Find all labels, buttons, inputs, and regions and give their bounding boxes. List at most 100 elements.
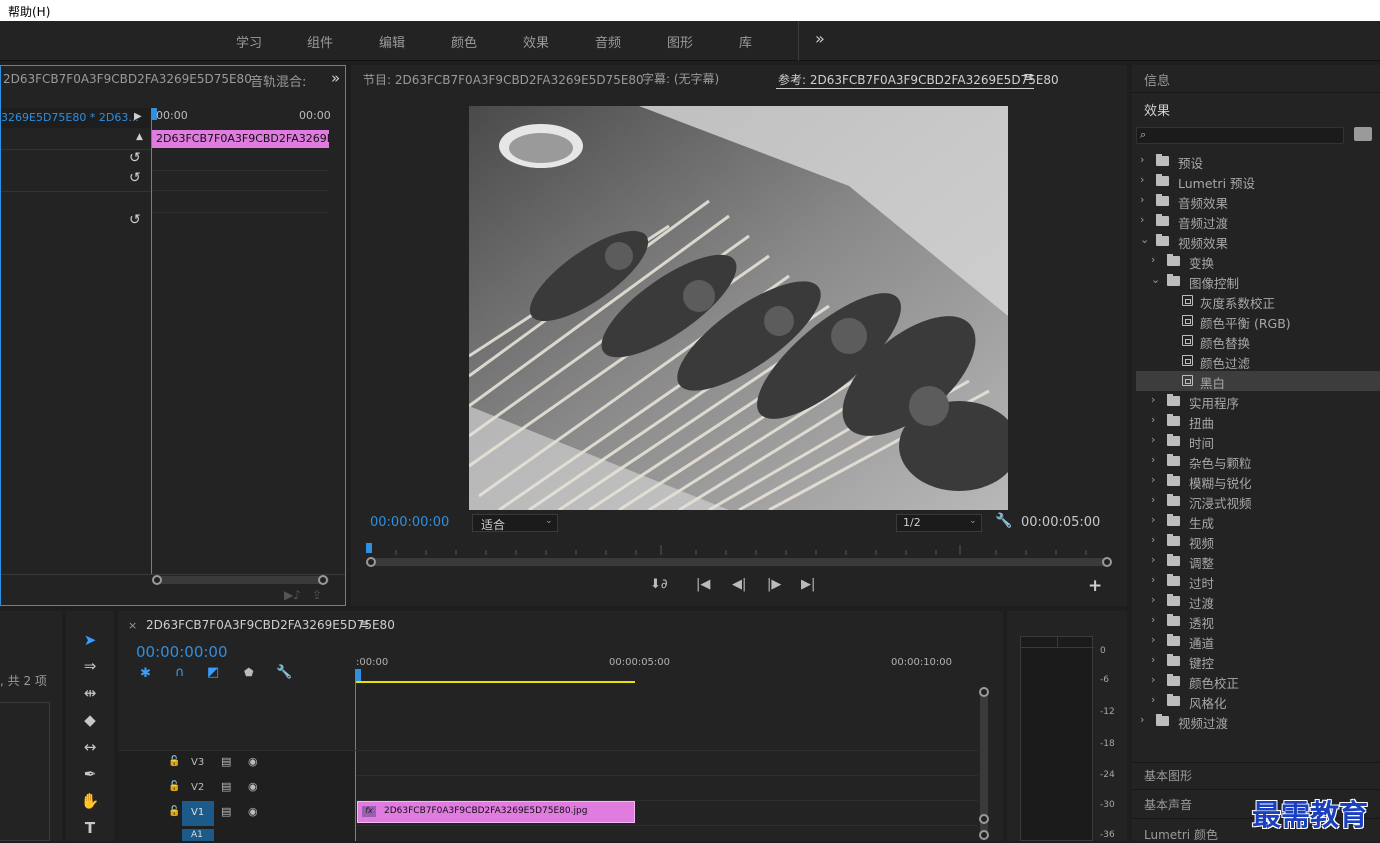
timeline-menu-icon[interactable]: ≡ bbox=[359, 617, 369, 631]
effects-tree-item[interactable]: › 音频效果 bbox=[1136, 191, 1380, 211]
sequence-tab[interactable]: 2D63FCB7F0A3F9CBD2FA3269E5D75E80 bbox=[146, 618, 395, 632]
chevron-down-icon[interactable]: ⌄ bbox=[1140, 233, 1149, 246]
chevron-right-icon[interactable]: › bbox=[1151, 573, 1155, 586]
chevron-right-icon[interactable]: › bbox=[1140, 213, 1144, 226]
effects-tree-item[interactable]: 颜色过滤 bbox=[1136, 351, 1380, 371]
selection-tool-icon[interactable]: ➤ bbox=[80, 630, 100, 650]
workspace-color[interactable]: 颜色 bbox=[451, 32, 477, 51]
effects-tree-item[interactable]: › 实用程序 bbox=[1136, 391, 1380, 411]
effects-tree-item[interactable]: ⌄ 视频效果 bbox=[1136, 231, 1380, 251]
lock-icon[interactable]: 🔓 bbox=[168, 806, 180, 817]
export-icon[interactable]: ⇪ bbox=[312, 588, 322, 602]
effects-tree-item[interactable]: 颜色平衡 (RGB) bbox=[1136, 311, 1380, 331]
clip-path[interactable]: 3269E5D75E80 * 2D63... bbox=[1, 111, 139, 124]
step-back-icon[interactable]: ◀| bbox=[732, 577, 746, 592]
effects-tree-item[interactable]: › Lumetri 预设 bbox=[1136, 171, 1380, 191]
effects-tree-item[interactable]: › 杂色与颗粒 bbox=[1136, 451, 1380, 471]
chevron-right-icon[interactable]: › bbox=[1151, 673, 1155, 686]
effects-tree-item[interactable]: › 过时 bbox=[1136, 571, 1380, 591]
chevron-right-icon[interactable]: › bbox=[1151, 533, 1155, 546]
razor-tool-icon[interactable]: ◆ bbox=[80, 710, 100, 730]
tab-lumetri-color[interactable]: Lumetri 颜色 bbox=[1144, 826, 1218, 843]
effects-tree-item[interactable]: › 通道 bbox=[1136, 631, 1380, 651]
reset-icon[interactable]: ↺ bbox=[129, 212, 141, 228]
chevron-right-icon[interactable]: › bbox=[1151, 253, 1155, 266]
clip-bar[interactable]: 2D63FCB7F0A3F9CBD2FA3269E5D bbox=[152, 130, 329, 148]
project-list[interactable] bbox=[0, 702, 50, 841]
go-to-in-icon[interactable]: |◀ bbox=[696, 577, 710, 592]
effects-tree-item[interactable]: › 调整 bbox=[1136, 551, 1380, 571]
effects-tree-item[interactable]: › 过渡 bbox=[1136, 591, 1380, 611]
chevron-right-icon[interactable]: › bbox=[1151, 633, 1155, 646]
effects-tree-item[interactable]: › 时间 bbox=[1136, 431, 1380, 451]
menu-help[interactable]: 帮助(H) bbox=[8, 5, 50, 19]
scroll-handle[interactable] bbox=[979, 814, 989, 824]
timeline-clip[interactable]: fx 2D63FCB7F0A3F9CBD2FA3269E5D75E80.jpg bbox=[357, 801, 635, 823]
workspace-libraries[interactable]: 库 bbox=[739, 32, 752, 51]
scroll-handle[interactable] bbox=[152, 575, 162, 585]
tab-reference[interactable]: 参考: 2D63FCB7F0A3F9CBD2FA3269E5D75E80 bbox=[778, 71, 1059, 88]
effects-tree-item[interactable]: › 变换 bbox=[1136, 251, 1380, 271]
tab-captions[interactable]: 字幕: (无字幕) bbox=[642, 70, 719, 87]
chevron-right-icon[interactable]: › bbox=[1151, 593, 1155, 606]
slip-tool-icon[interactable]: ↔ bbox=[80, 737, 100, 757]
wrench-icon[interactable]: 🔧 bbox=[995, 513, 1012, 529]
close-icon[interactable]: × bbox=[128, 619, 137, 632]
chevron-right-icon[interactable]: › bbox=[1151, 393, 1155, 406]
effects-tree-item[interactable]: 黑白 bbox=[1136, 371, 1380, 391]
fit-dropdown[interactable]: 适合 ⌄ bbox=[472, 514, 558, 532]
workspace-learn[interactable]: 学习 bbox=[236, 32, 262, 51]
effects-tree-item[interactable]: › 风格化 bbox=[1136, 691, 1380, 711]
track-label[interactable]: V1 bbox=[191, 807, 204, 818]
program-scrollbar[interactable] bbox=[366, 557, 1112, 567]
scroll-handle[interactable] bbox=[1102, 557, 1112, 567]
track-select-tool-icon[interactable]: ⇒ bbox=[80, 656, 100, 676]
scroll-handle[interactable] bbox=[366, 557, 376, 567]
add-button-icon[interactable]: + bbox=[1088, 576, 1102, 596]
lock-icon[interactable]: 🔓 bbox=[168, 756, 180, 767]
step-forward-icon[interactable]: |▶ bbox=[767, 577, 781, 592]
effects-tree-item[interactable]: › 视频 bbox=[1136, 531, 1380, 551]
tab-source[interactable]: 2D63FCB7F0A3F9CBD2FA3269E5D75E80 bbox=[3, 72, 252, 86]
effects-tree-item[interactable]: › 视频过渡 bbox=[1136, 711, 1380, 731]
chevron-right-icon[interactable]: › bbox=[1140, 173, 1144, 186]
chevron-right-icon[interactable]: › bbox=[1151, 453, 1155, 466]
add-marker-icon[interactable]: ⬇∂ bbox=[650, 577, 668, 592]
timeline-vscroll[interactable] bbox=[979, 687, 989, 837]
film-icon[interactable]: ▤ bbox=[221, 780, 231, 793]
workspace-editing[interactable]: 编辑 bbox=[379, 32, 405, 51]
effects-tree-item[interactable]: › 音频过渡 bbox=[1136, 211, 1380, 231]
reset-icon[interactable]: ↺ bbox=[129, 170, 141, 186]
effects-search-input[interactable]: ⌕ bbox=[1136, 127, 1344, 144]
program-ruler[interactable] bbox=[366, 543, 1110, 555]
resolution-dropdown[interactable]: 1/2 ⌄ bbox=[896, 514, 982, 532]
type-tool-icon[interactable]: T bbox=[80, 818, 100, 838]
tab-program[interactable]: 节目: 2D63FCB7F0A3F9CBD2FA3269E5D75E80 bbox=[363, 71, 644, 88]
new-bin-icon[interactable] bbox=[1354, 127, 1372, 141]
chevron-right-icon[interactable]: › bbox=[1140, 713, 1144, 726]
reset-icon[interactable]: ↺ bbox=[129, 150, 141, 166]
effects-tree-item[interactable]: › 沉浸式视频 bbox=[1136, 491, 1380, 511]
chevron-right-icon[interactable]: › bbox=[1151, 513, 1155, 526]
tab-info[interactable]: 信息 bbox=[1144, 70, 1170, 89]
film-icon[interactable]: ▤ bbox=[221, 755, 231, 768]
go-to-out-icon[interactable]: ▶| bbox=[801, 577, 815, 592]
timeline-settings-wrench-icon[interactable]: 🔧 bbox=[276, 665, 292, 680]
effects-tree-item[interactable]: › 预设 bbox=[1136, 151, 1380, 171]
play-triangle-icon[interactable]: ▶ bbox=[134, 111, 142, 122]
add-marker-icon[interactable]: ⬟ bbox=[244, 666, 254, 679]
zoom-scrollbar[interactable] bbox=[152, 575, 329, 585]
workspaces-more-icon[interactable]: » bbox=[815, 29, 825, 48]
eye-icon[interactable]: ◉ bbox=[248, 780, 258, 793]
track-label[interactable]: V2 bbox=[191, 782, 204, 793]
workspace-effects[interactable]: 效果 bbox=[523, 32, 549, 51]
effects-tree-item[interactable]: › 颜色校正 bbox=[1136, 671, 1380, 691]
film-icon[interactable]: ▤ bbox=[221, 805, 231, 818]
nest-icon[interactable]: ✱ bbox=[140, 666, 151, 681]
eye-icon[interactable]: ◉ bbox=[248, 805, 258, 818]
tab-effects[interactable]: 效果 bbox=[1144, 100, 1170, 119]
effects-tree-item[interactable]: 灰度系数校正 bbox=[1136, 291, 1380, 311]
chevron-right-icon[interactable]: › bbox=[1151, 653, 1155, 666]
effects-tree-item[interactable]: › 模糊与锐化 bbox=[1136, 471, 1380, 491]
panel-more-icon[interactable]: » bbox=[331, 69, 340, 87]
